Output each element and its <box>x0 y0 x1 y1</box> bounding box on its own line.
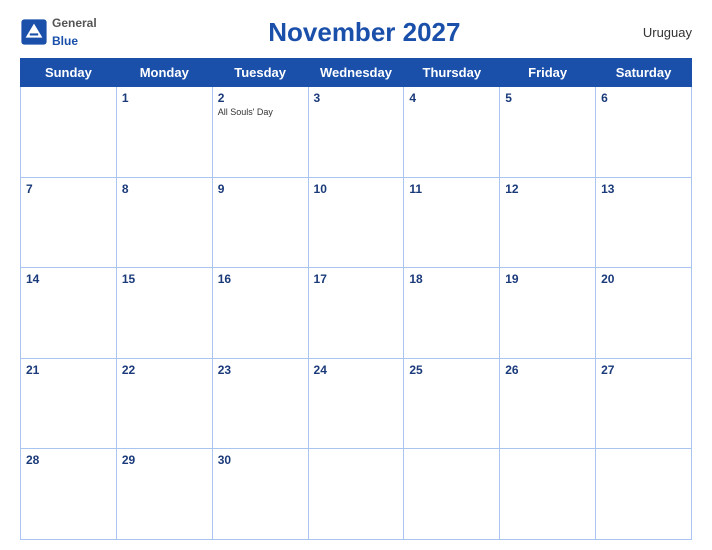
calendar-cell: 20 <box>596 268 692 359</box>
calendar-cell: 17 <box>308 268 404 359</box>
day-number: 4 <box>409 91 494 105</box>
day-number: 28 <box>26 453 111 467</box>
calendar-cell: 30 <box>212 449 308 540</box>
day-number: 29 <box>122 453 207 467</box>
day-number: 7 <box>26 182 111 196</box>
week-row-3: 21 22 23 24 25 26 27 <box>21 358 692 449</box>
days-header-row: SundayMondayTuesdayWednesdayThursdayFrid… <box>21 59 692 87</box>
day-number: 17 <box>314 272 399 286</box>
logo-general: General <box>52 16 97 30</box>
holiday-label: All Souls' Day <box>218 107 303 117</box>
day-header-sunday: Sunday <box>21 59 117 87</box>
calendar-cell: 22 <box>116 358 212 449</box>
calendar-cell: 14 <box>21 268 117 359</box>
day-number: 15 <box>122 272 207 286</box>
day-number: 26 <box>505 363 590 377</box>
day-number: 13 <box>601 182 686 196</box>
calendar-cell: 19 <box>500 268 596 359</box>
day-number: 5 <box>505 91 590 105</box>
calendar-cell: 9 <box>212 177 308 268</box>
day-header-friday: Friday <box>500 59 596 87</box>
week-row-2: 14 15 16 17 18 19 20 <box>21 268 692 359</box>
calendar-table: SundayMondayTuesdayWednesdayThursdayFrid… <box>20 58 692 540</box>
day-number: 24 <box>314 363 399 377</box>
calendar-cell: 13 <box>596 177 692 268</box>
day-header-monday: Monday <box>116 59 212 87</box>
calendar-cell: 28 <box>21 449 117 540</box>
calendar-cell <box>500 449 596 540</box>
day-number: 3 <box>314 91 399 105</box>
day-number: 20 <box>601 272 686 286</box>
calendar-cell: 4 <box>404 87 500 178</box>
logo-text: General Blue <box>52 14 97 50</box>
day-number: 22 <box>122 363 207 377</box>
day-number: 11 <box>409 182 494 196</box>
day-number: 18 <box>409 272 494 286</box>
calendar-cell: 25 <box>404 358 500 449</box>
day-number: 25 <box>409 363 494 377</box>
day-header-wednesday: Wednesday <box>308 59 404 87</box>
calendar-cell <box>596 449 692 540</box>
day-number: 6 <box>601 91 686 105</box>
week-row-0: 12 All Souls' Day 3456 <box>21 87 692 178</box>
day-number: 27 <box>601 363 686 377</box>
calendar-cell: 27 <box>596 358 692 449</box>
day-number: 16 <box>218 272 303 286</box>
day-number: 19 <box>505 272 590 286</box>
week-row-1: 789 10 11 12 13 <box>21 177 692 268</box>
calendar-cell: 16 <box>212 268 308 359</box>
calendar-cell: 29 <box>116 449 212 540</box>
calendar-cell: 15 <box>116 268 212 359</box>
calendar-cell: 21 <box>21 358 117 449</box>
calendar-cell: 1 <box>116 87 212 178</box>
day-number: 12 <box>505 182 590 196</box>
day-number: 10 <box>314 182 399 196</box>
calendar-title: November 2027 <box>97 17 632 48</box>
day-number: 21 <box>26 363 111 377</box>
day-number: 14 <box>26 272 111 286</box>
calendar-cell: 23 <box>212 358 308 449</box>
day-header-saturday: Saturday <box>596 59 692 87</box>
day-number: 8 <box>122 182 207 196</box>
calendar-cell: 8 <box>116 177 212 268</box>
calendar-cell <box>308 449 404 540</box>
calendar-cell: 12 <box>500 177 596 268</box>
day-header-tuesday: Tuesday <box>212 59 308 87</box>
day-number: 2 <box>218 91 303 105</box>
day-number: 30 <box>218 453 303 467</box>
calendar-cell: 18 <box>404 268 500 359</box>
calendar-cell: 2 All Souls' Day <box>212 87 308 178</box>
day-number: 1 <box>122 91 207 105</box>
calendar-cell: 7 <box>21 177 117 268</box>
calendar-cell <box>404 449 500 540</box>
calendar-cell: 26 <box>500 358 596 449</box>
calendar-cell: 5 <box>500 87 596 178</box>
day-header-thursday: Thursday <box>404 59 500 87</box>
logo-icon <box>20 18 48 46</box>
day-number: 23 <box>218 363 303 377</box>
calendar-cell: 10 <box>308 177 404 268</box>
day-number: 9 <box>218 182 303 196</box>
logo-blue: Blue <box>52 34 78 48</box>
calendar-header: General Blue November 2027 Uruguay <box>20 10 692 54</box>
calendar-cell: 6 <box>596 87 692 178</box>
calendar-cell <box>21 87 117 178</box>
calendar-cell: 11 <box>404 177 500 268</box>
week-row-4: 28 29 30 <box>21 449 692 540</box>
calendar-cell: 24 <box>308 358 404 449</box>
country-label: Uruguay <box>632 25 692 40</box>
logo: General Blue <box>20 14 97 50</box>
calendar-cell: 3 <box>308 87 404 178</box>
